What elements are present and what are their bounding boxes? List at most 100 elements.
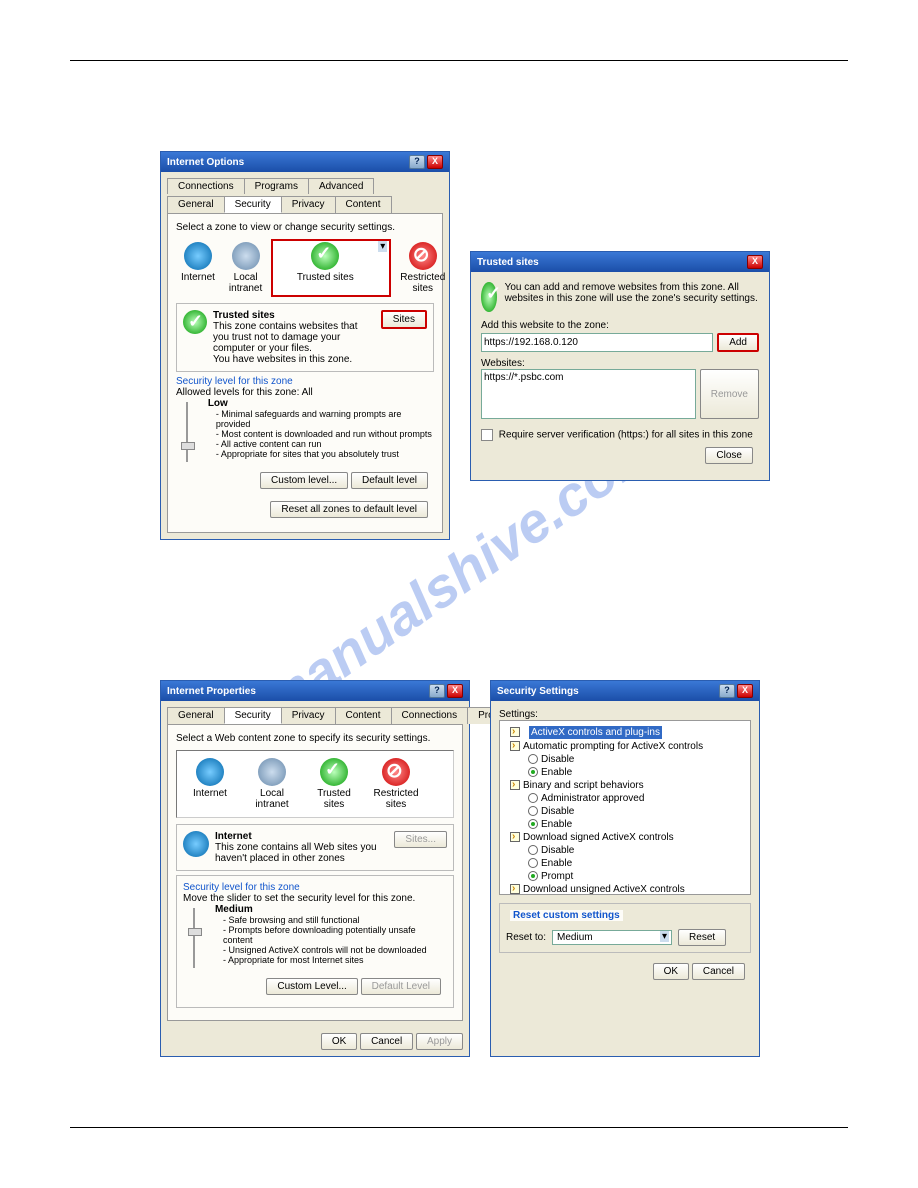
- settings-radio[interactable]: Enable: [528, 857, 746, 870]
- radio-label: Disable: [541, 845, 574, 856]
- dialog-trusted-sites: Trusted sites X You can add and remove w…: [470, 251, 770, 481]
- tab-privacy[interactable]: Privacy: [281, 707, 336, 724]
- sites-button[interactable]: Sites...: [394, 831, 447, 848]
- radio-icon[interactable]: [528, 767, 538, 777]
- default-level-button[interactable]: Default Level: [361, 978, 441, 995]
- move-slider-label: Move the slider to set the security leve…: [183, 893, 447, 904]
- reset-to-label: Reset to:: [506, 932, 546, 943]
- settings-radio[interactable]: Enable: [528, 766, 746, 779]
- level-line: - Appropriate for sites that you absolut…: [216, 449, 434, 459]
- close-button[interactable]: Close: [705, 447, 753, 464]
- apply-button[interactable]: Apply: [416, 1033, 463, 1050]
- zone-list: Internet Local intranet Trusted sites Re…: [176, 750, 454, 818]
- tab-general[interactable]: General: [167, 707, 225, 724]
- close-icon[interactable]: X: [747, 255, 763, 269]
- check-icon: [311, 242, 339, 270]
- tab-advanced[interactable]: Advanced: [308, 178, 374, 194]
- settings-heading-label: Download unsigned ActiveX controls: [523, 884, 685, 895]
- tab-programs[interactable]: Programs: [244, 178, 309, 194]
- sites-button[interactable]: Sites: [381, 310, 427, 329]
- radio-icon[interactable]: [528, 845, 538, 855]
- setting-icon: [510, 884, 520, 894]
- add-button[interactable]: Add: [717, 333, 759, 352]
- tab-general[interactable]: General: [167, 196, 225, 213]
- setting-icon: [510, 741, 520, 751]
- tab-row-2: General Security Privacy Content: [167, 196, 443, 213]
- setting-icon: [510, 780, 520, 790]
- zone-local-intranet[interactable]: Local intranet: [243, 755, 301, 813]
- add-label: Add this website to the zone:: [481, 320, 759, 331]
- titlebar[interactable]: Internet Properties ? X: [161, 681, 469, 701]
- help-icon[interactable]: ?: [719, 684, 735, 698]
- settings-radio[interactable]: Disable: [528, 805, 746, 818]
- titlebar[interactable]: Internet Options ? X: [161, 152, 449, 172]
- restricted-icon: [382, 758, 410, 786]
- zone-trusted-sites[interactable]: Trusted sites: [305, 755, 363, 813]
- ok-button[interactable]: OK: [653, 963, 689, 980]
- close-icon[interactable]: X: [427, 155, 443, 169]
- radio-icon[interactable]: [528, 754, 538, 764]
- tab-security[interactable]: Security: [224, 196, 282, 213]
- tab-connections[interactable]: Connections: [167, 178, 245, 194]
- globe-icon: [183, 831, 209, 857]
- settings-radio[interactable]: Administrator approved: [528, 792, 746, 805]
- reset-all-button[interactable]: Reset all zones to default level: [270, 501, 428, 518]
- custom-level-button[interactable]: Custom level...: [260, 472, 348, 489]
- cancel-button[interactable]: Cancel: [692, 963, 745, 980]
- tab-security[interactable]: Security: [224, 707, 282, 724]
- tab-privacy[interactable]: Privacy: [281, 196, 336, 213]
- tab-content[interactable]: Content: [335, 196, 392, 213]
- tab-row-1: Connections Programs Advanced: [167, 178, 443, 194]
- ok-button[interactable]: OK: [321, 1033, 357, 1050]
- help-icon[interactable]: ?: [429, 684, 445, 698]
- custom-level-button[interactable]: Custom Level...: [266, 978, 357, 995]
- zone-label: Internet: [181, 272, 215, 283]
- list-item[interactable]: https://*.psbc.com: [484, 372, 563, 383]
- radio-label: Disable: [541, 754, 574, 765]
- security-slider[interactable]: [193, 908, 205, 968]
- settings-radio[interactable]: Enable: [528, 818, 746, 831]
- settings-heading-label: Binary and script behaviors: [523, 780, 644, 791]
- zone-internet[interactable]: Internet: [176, 239, 220, 297]
- level-name: Low: [208, 398, 228, 409]
- zone-label: Local intranet: [229, 272, 262, 294]
- settings-heading: Download signed ActiveX controls: [510, 831, 746, 844]
- zone-label: Internet: [193, 788, 227, 799]
- zone-restricted-sites[interactable]: Restricted sites: [395, 239, 450, 297]
- radio-label: Prompt: [541, 871, 573, 882]
- radio-icon[interactable]: [528, 858, 538, 868]
- zone-local-intranet[interactable]: Local intranet: [224, 239, 267, 297]
- zone-label: Local intranet: [255, 788, 288, 810]
- tab-content[interactable]: Content: [335, 707, 392, 724]
- tab-connections[interactable]: Connections: [391, 707, 469, 724]
- titlebar[interactable]: Trusted sites X: [471, 252, 769, 272]
- remove-button[interactable]: Remove: [700, 369, 759, 419]
- websites-list[interactable]: https://*.psbc.com: [481, 369, 696, 419]
- add-website-input[interactable]: [481, 333, 713, 352]
- reset-button[interactable]: Reset: [678, 929, 726, 946]
- default-level-button[interactable]: Default level: [351, 472, 428, 489]
- radio-label: Enable: [541, 819, 572, 830]
- settings-label: Settings:: [499, 709, 751, 720]
- titlebar[interactable]: Security Settings ? X: [491, 681, 759, 701]
- security-slider[interactable]: [186, 402, 198, 462]
- close-icon[interactable]: X: [737, 684, 753, 698]
- close-icon[interactable]: X: [447, 684, 463, 698]
- radio-icon[interactable]: [528, 871, 538, 881]
- radio-icon[interactable]: [528, 806, 538, 816]
- radio-icon[interactable]: [528, 819, 538, 829]
- reset-to-select[interactable]: Medium: [552, 930, 672, 945]
- zone-internet[interactable]: Internet: [181, 755, 239, 813]
- settings-radio[interactable]: Disable: [528, 844, 746, 857]
- settings-tree[interactable]: ActiveX controls and plug-insAutomatic p…: [499, 720, 751, 895]
- settings-radio[interactable]: Prompt: [528, 870, 746, 883]
- help-icon[interactable]: ?: [409, 155, 425, 169]
- zone-restricted-sites[interactable]: Restricted sites: [367, 755, 425, 813]
- security-level-label: Security level for this zone: [183, 882, 447, 893]
- divider-bottom: [70, 1127, 848, 1128]
- cancel-button[interactable]: Cancel: [360, 1033, 413, 1050]
- settings-radio[interactable]: Disable: [528, 753, 746, 766]
- zone-trusted-sites[interactable]: Trusted sites: [271, 239, 391, 297]
- radio-icon[interactable]: [528, 793, 538, 803]
- require-https-checkbox[interactable]: [481, 429, 493, 441]
